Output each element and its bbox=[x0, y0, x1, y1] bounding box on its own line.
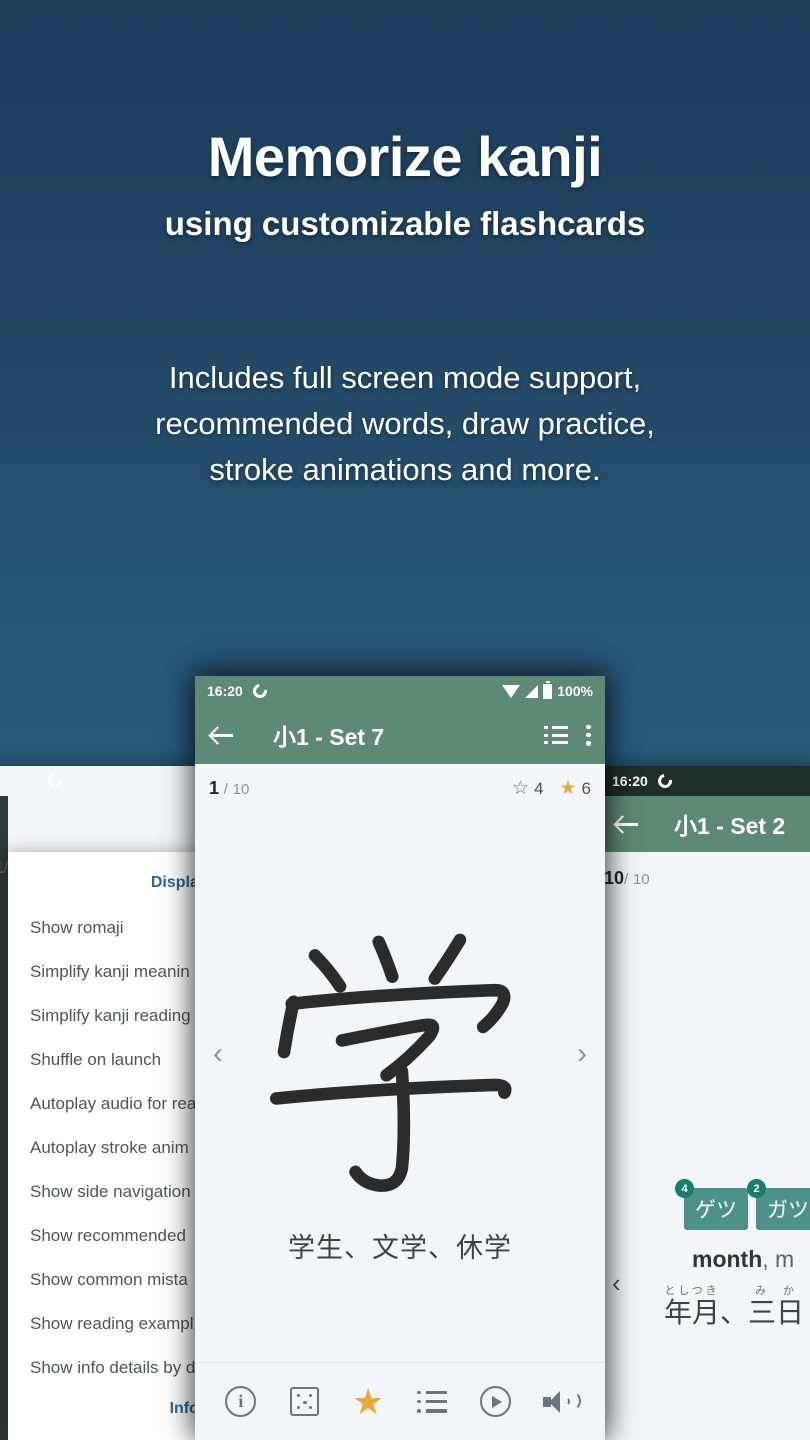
center-status-time: 16:20 bbox=[207, 683, 243, 699]
wifi-icon bbox=[502, 684, 521, 698]
right-status-bar: 16:20 bbox=[600, 766, 810, 796]
center-app-title: 小1 - Set 7 bbox=[273, 724, 385, 750]
center-phone-screenshot: 16:20 100% 小1 - Set 7 1 / 10 ☆ 4 ★ 6 ‹ ›… bbox=[195, 676, 605, 1440]
left-counter: 1/ bbox=[0, 858, 9, 877]
play-icon[interactable] bbox=[475, 1382, 515, 1422]
settings-section-display: Display o bbox=[150, 874, 210, 891]
meaning-rest: , m bbox=[762, 1246, 795, 1272]
right-counter: 10/ 10 bbox=[604, 868, 650, 888]
more-vertical-icon[interactable] bbox=[586, 724, 591, 746]
star-counts: ☆ 4 ★ 6 bbox=[512, 779, 591, 799]
star-filled-icon: ★ bbox=[559, 778, 577, 799]
center-app-bar: 小1 - Set 7 bbox=[195, 706, 605, 764]
reading-chip-label: ゲツ bbox=[695, 1199, 737, 1222]
settings-option[interactable]: Show recommended bbox=[8, 1214, 210, 1258]
nav-next-chevron[interactable]: › bbox=[577, 1039, 587, 1069]
left-settings-sheet: Display o Show romaji Simplify kanji mea… bbox=[8, 852, 210, 1440]
settings-option[interactable]: Show info details by d bbox=[8, 1346, 210, 1390]
settings-option[interactable]: Shuffle on launch bbox=[8, 1038, 210, 1082]
furigana: としつき bbox=[664, 1285, 720, 1297]
ring-icon bbox=[655, 771, 675, 791]
kanji-display-area: ‹ › bbox=[195, 904, 605, 1204]
promo-body-line-3: stroke animations and more. bbox=[209, 451, 601, 487]
right-status-time: 16:20 bbox=[612, 773, 648, 789]
ring-icon bbox=[250, 681, 270, 701]
furigana: み か bbox=[755, 1285, 798, 1297]
star-icon[interactable]: ★ bbox=[348, 1382, 388, 1422]
right-app-title: 小1 - Set 2 bbox=[674, 813, 786, 839]
example-base: 年月 bbox=[664, 1297, 721, 1328]
settings-section-info: Info de bbox=[169, 1400, 210, 1417]
reading-chip[interactable]: 4 ゲツ bbox=[675, 1179, 748, 1230]
right-example-sentence: としつき 年月 、 み か 三日 bbox=[664, 1284, 804, 1329]
right-nav-prev-chevron[interactable]: ‹ bbox=[612, 1268, 621, 1299]
right-card-content: 10/ 10 ‹ 4 ゲツ 2 ガツ month, m としつき 年月 、 み … bbox=[600, 852, 810, 1440]
promo-body-line-2: recommended words, draw practice, bbox=[155, 405, 655, 441]
reading-chip-label: ガツ bbox=[767, 1199, 809, 1222]
center-counter-row: 1 / 10 ☆ 4 ★ 6 bbox=[195, 764, 605, 807]
example-word: としつき 年月 bbox=[664, 1284, 720, 1329]
reading-chip[interactable]: 2 ガツ bbox=[747, 1179, 810, 1230]
settings-option[interactable]: Simplify kanji reading bbox=[8, 994, 210, 1038]
settings-option[interactable]: Show common mista bbox=[8, 1258, 210, 1302]
promo-subtitle: using customizable flashcards bbox=[164, 204, 646, 242]
unstarred-value: 4 bbox=[534, 778, 544, 798]
settings-option[interactable]: Autoplay audio for rea bbox=[8, 1082, 210, 1126]
unstarred-count[interactable]: ☆ 4 bbox=[512, 779, 544, 799]
promo-body-line-1: Includes full screen mode support, bbox=[168, 359, 642, 395]
right-meaning: month, m bbox=[692, 1246, 794, 1273]
flashcard-body[interactable]: ‹ › 学生、文学、休学 bbox=[195, 807, 605, 1362]
nav-prev-chevron[interactable]: ‹ bbox=[213, 1039, 223, 1069]
arrow-back-icon[interactable] bbox=[209, 722, 235, 748]
left-phone-screenshot: 16:20 1/ ‹ Display o Show romaji Simplif… bbox=[0, 766, 210, 1440]
right-phone-screenshot: 16:20 小1 - Set 2 10/ 10 ‹ 4 ゲツ 2 ガツ mont… bbox=[600, 766, 810, 1440]
right-reading-chips: 4 ゲツ 2 ガツ bbox=[675, 1179, 810, 1230]
recommended-words: 学生、文学、休学 bbox=[288, 1233, 512, 1263]
promo-title: Memorize kanji bbox=[207, 125, 603, 188]
center-bottom-toolbar: i ★ bbox=[195, 1362, 605, 1440]
star-glyph: ★ bbox=[352, 1380, 385, 1422]
meaning-primary: month bbox=[692, 1246, 763, 1272]
settings-option[interactable]: Show romaji bbox=[8, 906, 210, 950]
starred-count[interactable]: ★ 6 bbox=[559, 779, 591, 799]
example-punct: 、 bbox=[720, 1297, 749, 1328]
reading-chip-badge: 2 bbox=[747, 1179, 766, 1198]
volume-icon[interactable] bbox=[539, 1382, 582, 1422]
settings-option[interactable]: Character bbox=[8, 1432, 210, 1440]
list-icon[interactable] bbox=[412, 1382, 452, 1422]
starred-value: 6 bbox=[581, 778, 591, 798]
center-status-bar: 16:20 100% bbox=[195, 676, 605, 706]
settings-option[interactable]: Show reading exampl bbox=[8, 1302, 210, 1346]
signal-icon bbox=[525, 684, 539, 698]
right-app-bar: 小1 - Set 2 bbox=[600, 796, 810, 852]
example-word: み か 三日 bbox=[748, 1284, 804, 1329]
promo-body: Includes full screen mode support, recom… bbox=[0, 355, 810, 493]
promo-text-block: Memorize kanji using customizable flashc… bbox=[0, 0, 810, 492]
settings-option[interactable]: Simplify kanji meanin bbox=[8, 950, 210, 994]
info-glyph: i bbox=[225, 1386, 257, 1417]
info-icon[interactable]: i bbox=[221, 1382, 261, 1422]
settings-option[interactable]: Show side navigation bbox=[8, 1170, 210, 1214]
star-outline-icon: ☆ bbox=[511, 778, 530, 799]
battery-icon bbox=[543, 680, 553, 699]
list-icon[interactable] bbox=[544, 726, 568, 744]
settings-option[interactable]: Autoplay stroke anim bbox=[8, 1126, 210, 1170]
draw-grid-icon[interactable] bbox=[284, 1382, 324, 1422]
battery-percent: 100% bbox=[557, 683, 593, 699]
center-counter: 1 / 10 bbox=[209, 778, 250, 798]
reading-chip-badge: 4 bbox=[675, 1179, 694, 1198]
arrow-back-icon[interactable] bbox=[614, 811, 640, 837]
kanji-character-glyph bbox=[269, 933, 512, 1192]
example-base: 三日 bbox=[748, 1297, 805, 1328]
